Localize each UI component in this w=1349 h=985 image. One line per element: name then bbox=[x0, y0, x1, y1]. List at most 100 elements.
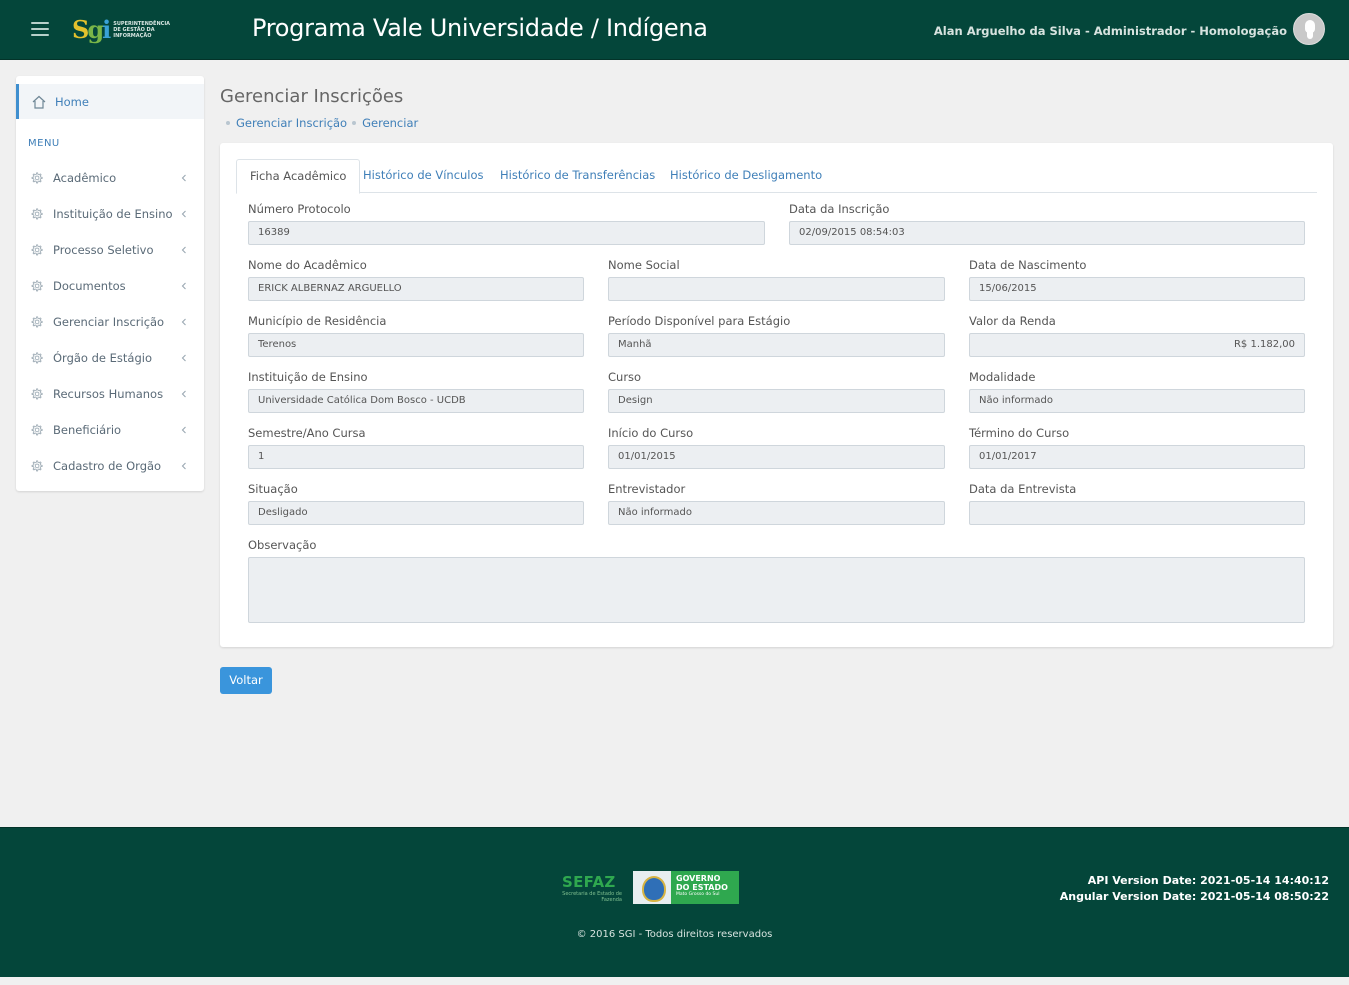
label-modalidade: Modalidade bbox=[969, 370, 1036, 384]
label-periodo: Período Disponível para Estágio bbox=[608, 314, 791, 328]
label-situacao: Situação bbox=[248, 482, 298, 496]
sidebar-item-label: Órgão de Estágio bbox=[53, 351, 152, 365]
sidebar-item-label: Gerenciar Inscrição bbox=[53, 315, 165, 329]
termino-curso-field[interactable]: 01/01/2017 bbox=[969, 445, 1305, 469]
label-valor-renda: Valor da Renda bbox=[969, 314, 1056, 328]
label-municipio: Município de Residência bbox=[248, 314, 387, 328]
label-curso: Curso bbox=[608, 370, 642, 384]
tab-bar: Ficha Acadêmico Histórico de Vínculos Hi… bbox=[236, 159, 1317, 194]
back-button[interactable]: Voltar bbox=[220, 667, 272, 694]
state-seal-icon bbox=[633, 871, 671, 904]
chevron-left-icon bbox=[181, 282, 186, 290]
label-nome-social: Nome Social bbox=[608, 258, 680, 272]
label-data-inscricao: Data da Inscrição bbox=[789, 202, 890, 216]
gear-icon bbox=[31, 244, 43, 256]
governo-ms-logo: GOVERNO DO ESTADO Mato Grosso do Sul bbox=[633, 871, 739, 904]
instituicao-field[interactable]: Universidade Católica Dom Bosco - UCDB bbox=[248, 389, 584, 413]
label-inicio-curso: Início do Curso bbox=[608, 426, 694, 440]
angular-version: Angular Version Date: 2021-05-14 08:50:2… bbox=[1059, 890, 1329, 903]
gear-icon bbox=[31, 460, 43, 472]
observacao-textarea[interactable] bbox=[248, 557, 1305, 623]
chevron-left-icon bbox=[181, 426, 186, 434]
sidebar-item-label: Recursos Humanos bbox=[53, 387, 164, 401]
gear-icon bbox=[31, 316, 43, 328]
sidebar-item-processo-seletivo[interactable]: Processo Seletivo bbox=[16, 232, 204, 268]
modalidade-field[interactable]: Não informado bbox=[969, 389, 1305, 413]
sidebar-item-label: Cadastro de Orgão bbox=[53, 459, 162, 473]
page-title: Gerenciar Inscrições bbox=[220, 86, 404, 107]
data-inscricao-field[interactable]: 02/09/2015 08:54:03 bbox=[789, 221, 1305, 245]
hamburger-menu-icon[interactable] bbox=[31, 22, 49, 36]
nome-academico-field[interactable]: ERICK ALBERNAZ ARGUELLO bbox=[248, 277, 584, 301]
numero-protocolo-field[interactable]: 16389 bbox=[248, 221, 765, 245]
curso-field[interactable]: Design bbox=[608, 389, 945, 413]
menu-heading: MENU bbox=[28, 138, 60, 149]
gear-icon bbox=[31, 352, 43, 364]
user-avatar[interactable] bbox=[1293, 13, 1325, 45]
breadcrumb: Gerenciar Inscrição Gerenciar bbox=[226, 116, 423, 130]
chevron-left-icon bbox=[181, 174, 186, 182]
form-panel: Ficha Acadêmico Histórico de Vínculos Hi… bbox=[220, 143, 1333, 647]
sidebar-item-documentos[interactable]: Documentos bbox=[16, 268, 204, 304]
data-nascimento-field[interactable]: 15/06/2015 bbox=[969, 277, 1305, 301]
sidebar-item-beneficiario[interactable]: Beneficiário bbox=[16, 412, 204, 448]
breadcrumb-link-gerenciar[interactable]: Gerenciar bbox=[362, 116, 418, 130]
chevron-left-icon bbox=[181, 462, 186, 470]
label-entrevistador: Entrevistador bbox=[608, 482, 686, 496]
label-observacao: Observação bbox=[248, 538, 317, 552]
label-instituicao: Instituição de Ensino bbox=[248, 370, 368, 384]
nome-social-field[interactable] bbox=[608, 277, 945, 301]
chevron-left-icon bbox=[181, 246, 186, 254]
label-data-entrevista: Data da Entrevista bbox=[969, 482, 1077, 496]
breadcrumb-link-gerenciar-inscricao[interactable]: Gerenciar Inscrição bbox=[236, 116, 347, 130]
gear-icon bbox=[31, 280, 43, 292]
sidebar-item-recursos-humanos[interactable]: Recursos Humanos bbox=[16, 376, 204, 412]
sidebar-item-label: Home bbox=[55, 94, 89, 109]
user-info: Alan Arguelho da Silva - Administrador -… bbox=[933, 24, 1287, 38]
label-nome-academico: Nome do Acadêmico bbox=[248, 258, 367, 272]
sgi-logo: Sgi SUPERINTENDÊNCIA DE GESTÃO DA INFORM… bbox=[72, 15, 171, 44]
periodo-field[interactable]: Manhã bbox=[608, 333, 945, 357]
tab-historico-desligamento[interactable]: Histórico de Desligamento bbox=[657, 159, 835, 193]
chevron-left-icon bbox=[181, 210, 186, 218]
tab-historico-vinculos[interactable]: Histórico de Vínculos bbox=[350, 159, 497, 193]
label-semestre: Semestre/Ano Cursa bbox=[248, 426, 366, 440]
sidebar-item-label: Instituição de Ensino bbox=[53, 207, 173, 221]
sidebar-item-cadastro-orgao[interactable]: Cadastro de Orgão bbox=[16, 448, 204, 484]
sidebar-item-label: Beneficiário bbox=[53, 423, 122, 437]
gear-icon bbox=[31, 388, 43, 400]
label-termino-curso: Término do Curso bbox=[969, 426, 1070, 440]
sidebar-item-label: Documentos bbox=[53, 279, 126, 293]
version-info: API Version Date: 2021-05-14 14:40:12 An… bbox=[1060, 873, 1329, 905]
api-version: API Version Date: 2021-05-14 14:40:12 bbox=[1087, 874, 1329, 887]
chevron-left-icon bbox=[181, 354, 186, 362]
label-data-nascimento: Data de Nascimento bbox=[969, 258, 1087, 272]
gear-icon bbox=[31, 172, 43, 184]
chevron-left-icon bbox=[181, 318, 186, 326]
sidebar-item-home[interactable]: Home bbox=[16, 84, 204, 119]
copyright: © 2016 SGI - Todos direitos reservados bbox=[576, 929, 773, 940]
sidebar-item-academico[interactable]: Acadêmico bbox=[16, 160, 204, 196]
footer: SEFAZ Secretaria de Estado de Fazenda GO… bbox=[0, 827, 1349, 977]
situacao-field[interactable]: Desligado bbox=[248, 501, 584, 525]
valor-renda-field[interactable]: R$ 1.182,00 bbox=[969, 333, 1305, 357]
chevron-left-icon bbox=[181, 390, 186, 398]
tab-historico-transferencias[interactable]: Histórico de Transferências bbox=[487, 159, 668, 193]
home-icon bbox=[32, 95, 46, 109]
label-numero-protocolo: Número Protocolo bbox=[248, 202, 351, 216]
sidebar-item-instituicao-ensino[interactable]: Instituição de Ensino bbox=[16, 196, 204, 232]
sidebar-item-label: Acadêmico bbox=[53, 171, 117, 185]
tab-ficha-academico[interactable]: Ficha Acadêmico bbox=[236, 159, 361, 194]
sidebar-item-label: Processo Seletivo bbox=[53, 243, 154, 257]
data-entrevista-field[interactable] bbox=[969, 501, 1305, 525]
sefaz-logo: SEFAZ Secretaria de Estado de Fazenda bbox=[562, 873, 622, 903]
gear-icon bbox=[31, 208, 43, 220]
sidebar: Home MENU Acadêmico Instituição de Ensino… bbox=[16, 76, 204, 491]
sidebar-item-orgao-estagio[interactable]: Órgão de Estágio bbox=[16, 340, 204, 376]
app-title: Programa Vale Universidade / Indígena bbox=[252, 14, 708, 42]
inicio-curso-field[interactable]: 01/01/2015 bbox=[608, 445, 945, 469]
municipio-field[interactable]: Terenos bbox=[248, 333, 584, 357]
entrevistador-field[interactable]: Não informado bbox=[608, 501, 945, 525]
semestre-field[interactable]: 1 bbox=[248, 445, 584, 469]
sidebar-item-gerenciar-inscricao[interactable]: Gerenciar Inscrição bbox=[16, 304, 204, 340]
